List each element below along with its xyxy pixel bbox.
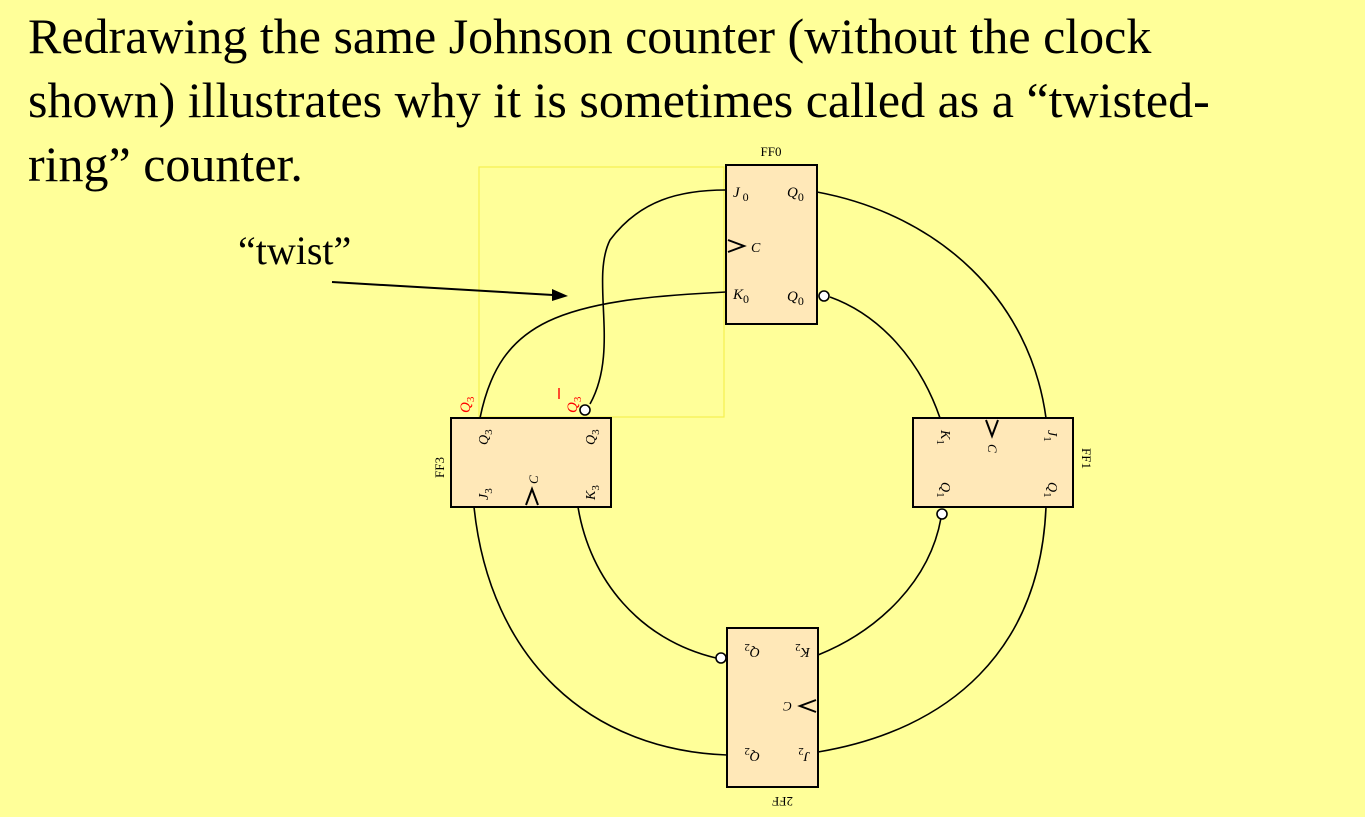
ff1-j-sub: 1 (1041, 436, 1053, 442)
ff0-j-sub: 0 (743, 190, 749, 204)
ff2-qbar-sub: 2 (744, 641, 750, 653)
wire-q1bar-to-k2 (817, 517, 942, 656)
q3-highlight-label: Q (458, 402, 474, 413)
johnson-counter-diagram: “twist” FF0 J0 Q0 C K0 Q0 FF1 J1 K1 C Q1… (238, 144, 1094, 809)
flipflop-ff1[interactable]: FF1 J1 K1 C Q1 Q1 (912, 417, 1094, 508)
q3bar-highlight-label: Q (565, 402, 581, 413)
ff3-qbar-bubble (579, 404, 591, 416)
ff3-k: K (584, 490, 599, 501)
ff3-q-sub: 3 (483, 429, 495, 435)
ff0-q-sub: 0 (798, 190, 804, 204)
ff3-k-sub: 3 (590, 485, 602, 491)
ff2-name: 2FF (772, 794, 793, 809)
ff1-k-sub: 1 (934, 439, 946, 445)
q3-highlight-sub: 3 (465, 396, 477, 402)
ff1-qbar-sub: 1 (934, 492, 946, 498)
ff0-qbar-bubble (818, 290, 830, 302)
ff1-qbar-bubble (936, 508, 948, 520)
ff3-clock: C (526, 475, 541, 484)
q3bar-highlight-sub: 3 (572, 396, 584, 402)
ff3-j-sub: 3 (483, 488, 495, 494)
ff2-q: Q (750, 748, 760, 763)
wire-q2bar-to-k3 (577, 506, 717, 659)
ff2-j-sub: 2 (798, 745, 804, 757)
ff1-clock: C (985, 444, 1000, 453)
ff2-qbar-bubble (715, 652, 727, 664)
ff3-name: FF3 (432, 457, 447, 478)
svg-text:Q3: Q3 (458, 396, 477, 413)
ff2-k-sub: 2 (795, 641, 801, 653)
ff1-k: K (937, 429, 952, 440)
ff1-q: Q (1044, 482, 1059, 492)
ff0-clock: C (751, 241, 761, 256)
wire-q0-to-j1 (816, 191, 1047, 419)
wire-q2-to-j3 (473, 506, 728, 756)
ff0-q: Q (787, 185, 798, 201)
twist-arrow (331, 281, 554, 296)
ff0-qbar-sub: 0 (798, 294, 804, 308)
ff0-name: FF0 (761, 144, 782, 159)
ff0-qbar: Q (787, 289, 798, 305)
ff3-q: Q (477, 435, 492, 445)
ff0-k-sub: 0 (743, 292, 749, 306)
ff1-qbar: Q (937, 482, 952, 492)
twist-label: “twist” (238, 228, 351, 273)
ff2-qbar: Q (750, 644, 760, 659)
flipflop-ff2[interactable]: 2FF K2 Q2 C J2 Q2 (726, 627, 819, 809)
ff3-qbar-sub: 3 (590, 429, 602, 435)
flipflop-ff0[interactable]: FF0 J0 Q0 C K0 Q0 (725, 144, 818, 325)
ff1-q-sub: 1 (1041, 492, 1053, 498)
wire-q0bar-to-k1 (829, 296, 941, 419)
ff2-k: K (800, 644, 811, 659)
flipflop-ff3[interactable]: FF3 Q3 Q3 J3 C K3 (432, 417, 612, 508)
ff1-name: FF1 (1079, 448, 1094, 469)
ff2-clock: C (783, 699, 792, 714)
wire-q1-to-j2 (817, 506, 1047, 753)
twist-arrowhead (552, 289, 568, 301)
ff2-q-sub: 2 (744, 745, 750, 757)
ff3-qbar: Q (584, 435, 599, 445)
